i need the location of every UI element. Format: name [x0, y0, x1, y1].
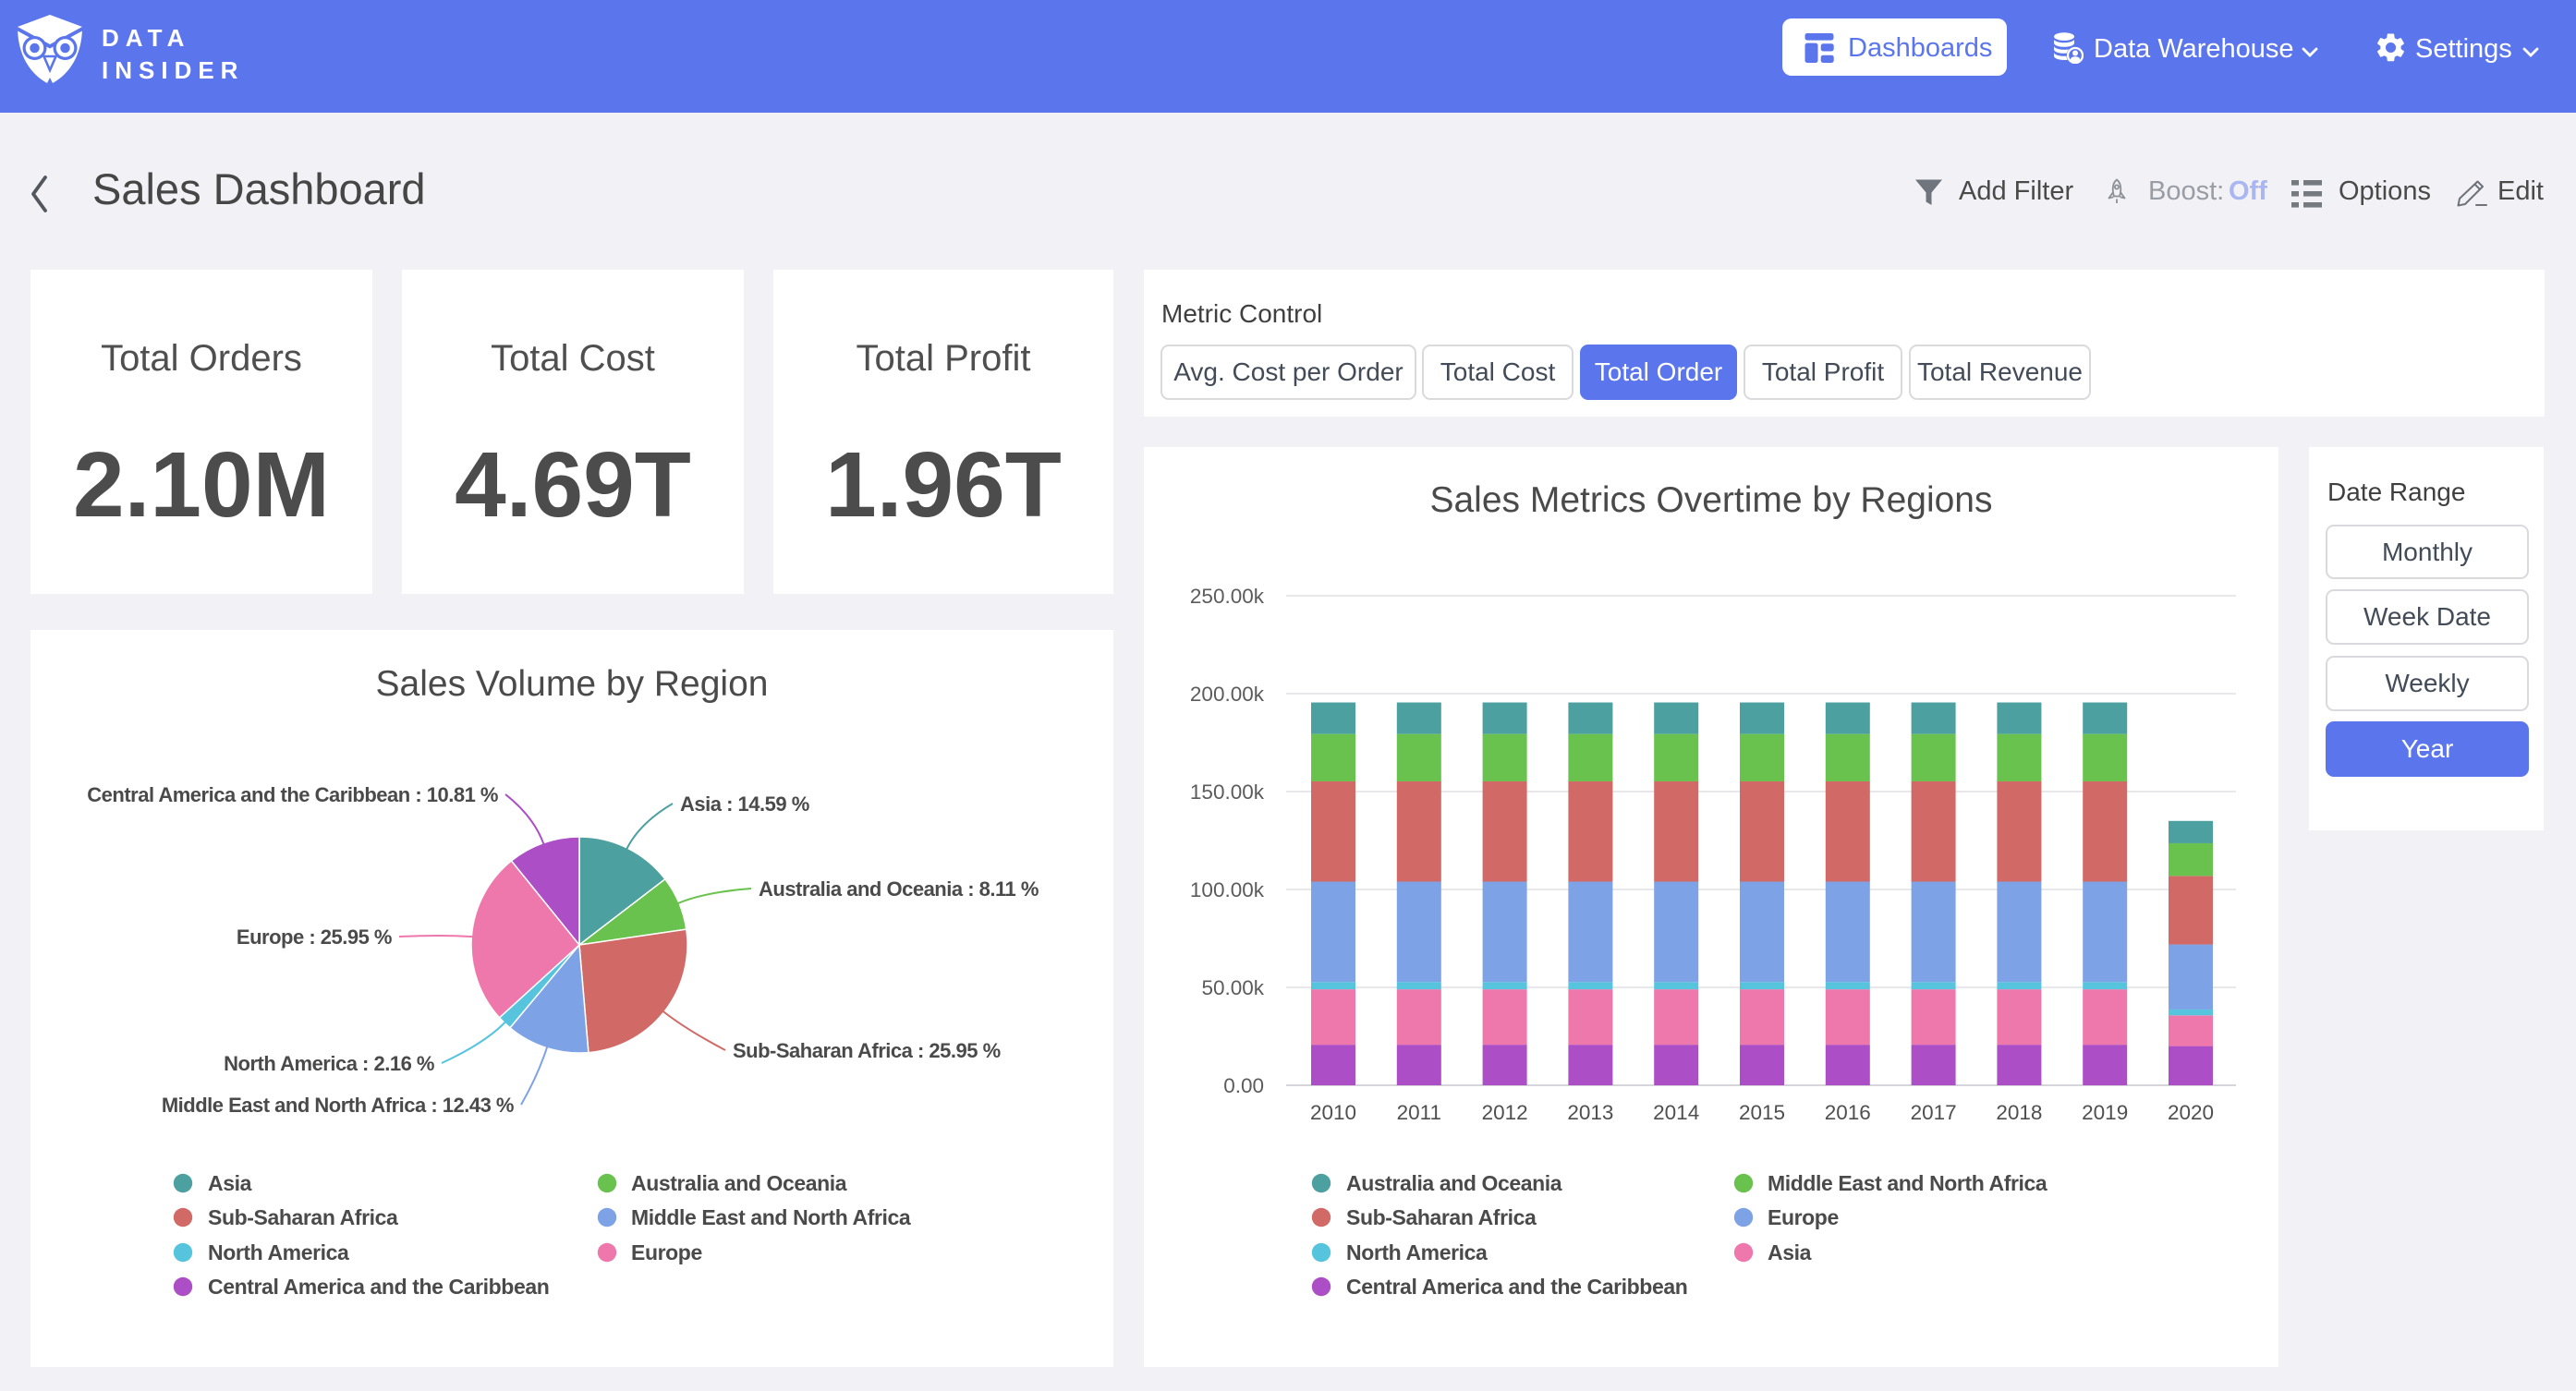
- svg-text:Sub-Saharan Africa: Sub-Saharan Africa: [1346, 1205, 1537, 1229]
- svg-text:Australia and Oceania : 8.11 %: Australia and Oceania : 8.11 %: [759, 877, 1039, 901]
- svg-text:2014: 2014: [1653, 1101, 1699, 1124]
- svg-text:2020: 2020: [2168, 1101, 2214, 1124]
- svg-text:Asia : 14.59 %: Asia : 14.59 %: [680, 792, 809, 816]
- svg-text:2011: 2011: [1397, 1101, 1441, 1124]
- svg-text:50.00k: 50.00k: [1201, 976, 1264, 999]
- svg-text:Europe: Europe: [631, 1240, 702, 1264]
- svg-text:2013: 2013: [1567, 1101, 1613, 1124]
- svg-text:Sub-Saharan Africa : 25.95 %: Sub-Saharan Africa : 25.95 %: [733, 1039, 1001, 1062]
- svg-text:250.00k: 250.00k: [1190, 585, 1265, 608]
- svg-text:Sub-Saharan Africa: Sub-Saharan Africa: [208, 1205, 398, 1229]
- svg-text:0.00: 0.00: [1223, 1074, 1264, 1097]
- svg-text:2010: 2010: [1310, 1101, 1356, 1124]
- svg-text:Australia and Oceania: Australia and Oceania: [631, 1171, 847, 1195]
- svg-text:2015: 2015: [1739, 1101, 1785, 1124]
- svg-text:2016: 2016: [1825, 1101, 1871, 1124]
- svg-text:North America: North America: [1346, 1240, 1488, 1264]
- svg-text:Europe : 25.95 %: Europe : 25.95 %: [237, 925, 392, 949]
- svg-text:Middle East and North Africa: Middle East and North Africa: [1768, 1171, 2047, 1195]
- svg-text:Australia and Oceania: Australia and Oceania: [1346, 1171, 1562, 1195]
- svg-text:Central America and the Caribb: Central America and the Caribbean : 10.8…: [87, 783, 498, 806]
- svg-text:Central America and the Caribb: Central America and the Caribbean: [208, 1275, 549, 1299]
- svg-text:2018: 2018: [1996, 1101, 2042, 1124]
- svg-text:Europe: Europe: [1768, 1205, 1839, 1229]
- svg-text:Asia: Asia: [208, 1171, 252, 1195]
- svg-text:Asia: Asia: [1768, 1240, 1812, 1264]
- svg-text:North America: North America: [208, 1240, 349, 1264]
- svg-text:2019: 2019: [2082, 1101, 2128, 1124]
- svg-text:200.00k: 200.00k: [1190, 683, 1265, 706]
- svg-text:North America : 2.16 %: North America : 2.16 %: [224, 1052, 434, 1075]
- svg-text:150.00k: 150.00k: [1190, 780, 1265, 804]
- svg-text:2017: 2017: [1911, 1101, 1957, 1124]
- svg-text:100.00k: 100.00k: [1190, 878, 1265, 901]
- svg-text:2012: 2012: [1482, 1101, 1528, 1124]
- svg-text:Middle East and North Africa: Middle East and North Africa: [631, 1205, 911, 1229]
- svg-text:Middle East and North Africa :: Middle East and North Africa : 12.43 %: [162, 1094, 514, 1117]
- svg-text:Central America and the Caribb: Central America and the Caribbean: [1346, 1275, 1687, 1299]
